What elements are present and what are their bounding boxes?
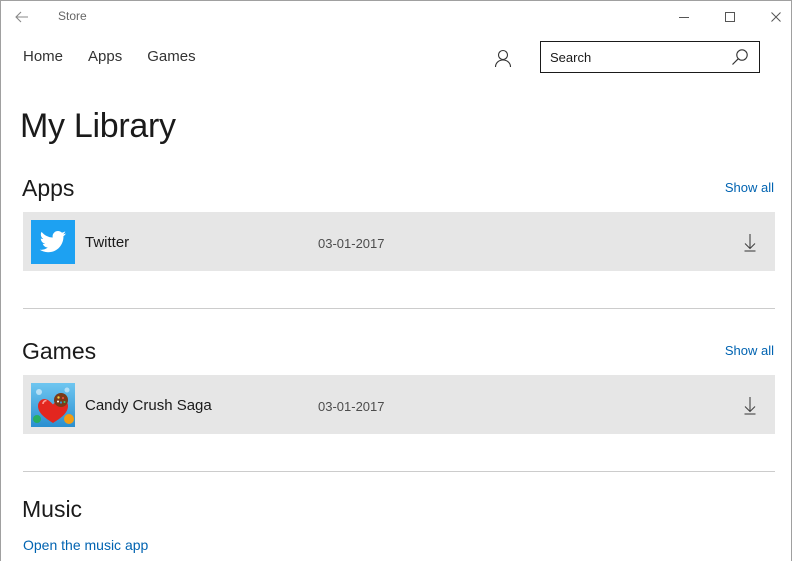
apps-show-all-link[interactable]: Show all — [725, 180, 774, 195]
nav-apps[interactable]: Apps — [88, 48, 122, 65]
candy-crush-icon — [31, 383, 75, 427]
search-icon[interactable] — [731, 48, 749, 66]
library-row-twitter[interactable]: Twitter 03-01-2017 — [23, 212, 775, 271]
download-icon[interactable] — [741, 232, 759, 252]
section-divider — [23, 308, 775, 309]
store-window: Store Home Apps Games Search My Library … — [0, 0, 792, 561]
music-section-title: Music — [22, 496, 83, 522]
back-button[interactable] — [11, 7, 33, 27]
games-show-all-link[interactable]: Show all — [725, 343, 774, 358]
game-date: 03-01-2017 — [318, 399, 385, 414]
title-bar: Store — [1, 1, 791, 32]
apps-section-title: Apps — [22, 175, 75, 201]
maximize-icon — [725, 11, 735, 22]
close-icon — [771, 11, 781, 22]
window-title: Store — [58, 9, 87, 23]
game-name: Candy Crush Saga — [85, 397, 212, 414]
games-section-title: Games — [22, 338, 97, 364]
nav-games[interactable]: Games — [147, 48, 195, 65]
section-divider — [23, 471, 775, 472]
nav-home[interactable]: Home — [23, 48, 63, 65]
user-icon — [494, 49, 512, 68]
download-icon[interactable] — [741, 395, 759, 415]
back-arrow-icon — [15, 11, 28, 23]
account-button[interactable] — [493, 48, 513, 68]
minimize-button[interactable] — [661, 1, 707, 32]
app-name: Twitter — [85, 234, 130, 251]
twitter-icon — [31, 220, 75, 264]
library-row-candy-crush[interactable]: Candy Crush Saga 03-01-2017 — [23, 375, 775, 434]
search-input[interactable] — [541, 42, 727, 72]
top-nav: Home Apps Games — [23, 48, 221, 65]
app-date: 03-01-2017 — [318, 236, 385, 251]
open-music-app-link[interactable]: Open the music app — [23, 537, 148, 553]
page-title: My Library — [20, 107, 176, 145]
close-button[interactable] — [753, 1, 791, 32]
maximize-button[interactable] — [707, 1, 753, 32]
minimize-icon — [679, 16, 689, 18]
search-box[interactable] — [540, 41, 760, 73]
